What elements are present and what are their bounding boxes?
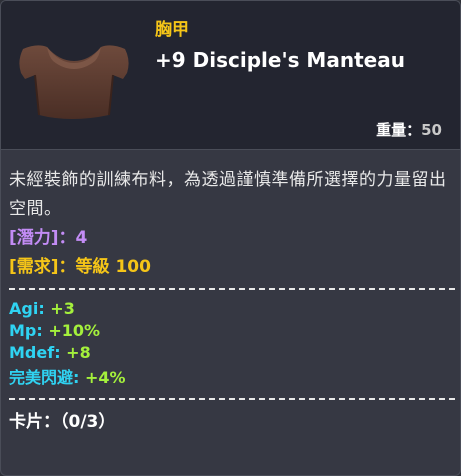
stat-row-perfect-dodge: 完美閃避: +4% (9, 364, 455, 392)
card-slots-value: （0/3） (60, 412, 116, 432)
stat-name: Mp: (9, 321, 43, 340)
item-name: +9 Disciple's Manteau (155, 48, 405, 72)
stat-row-agi: Agi: +3 (9, 298, 455, 320)
manteau-icon (15, 39, 133, 123)
stat-value: +8 (60, 343, 91, 362)
stat-row-mp: Mp: +10% (9, 320, 455, 342)
potential-label: [潛力] (9, 228, 59, 248)
stat-value: +3 (44, 299, 75, 318)
card-slots: 卡片：（0/3） (9, 408, 455, 436)
item-category: 胸甲 (155, 20, 189, 40)
potential-value: ：4 (58, 228, 88, 248)
stat-name: Mdef: (9, 343, 61, 362)
stat-name: Agi: (9, 299, 45, 318)
stat-row-mdef: Mdef: +8 (9, 342, 455, 364)
requirement-value: ：等級 100 (58, 257, 151, 277)
weight-value: 50 (421, 121, 442, 139)
stat-value: +4% (79, 368, 126, 387)
requirement-label: [需求] (9, 257, 59, 277)
item-description: 未經裝飾的訓練布料，為透過謹慎準備所選擇的力量留出空間。 (9, 170, 447, 219)
weight-label: 重量： (376, 121, 422, 139)
item-header: 胸甲 +9 Disciple's Manteau 重量：50 (1, 1, 460, 150)
requirement-row: [需求]：等級 100 (9, 253, 455, 282)
item-weight: 重量：50 (376, 119, 442, 140)
stat-value: +10% (42, 321, 101, 340)
item-details: 未經裝飾的訓練布料，為透過謹慎準備所選擇的力量留出空間。 [潛力]：4 [需求]… (9, 166, 455, 436)
divider (9, 282, 455, 298)
item-tooltip: 胸甲 +9 Disciple's Manteau 重量：50 未經裝飾的訓練布料… (0, 0, 461, 476)
divider (9, 392, 455, 408)
stat-name: 完美閃避: (9, 368, 80, 387)
card-slots-label: 卡片： (9, 412, 60, 432)
potential-row: [潛力]：4 (9, 224, 455, 253)
